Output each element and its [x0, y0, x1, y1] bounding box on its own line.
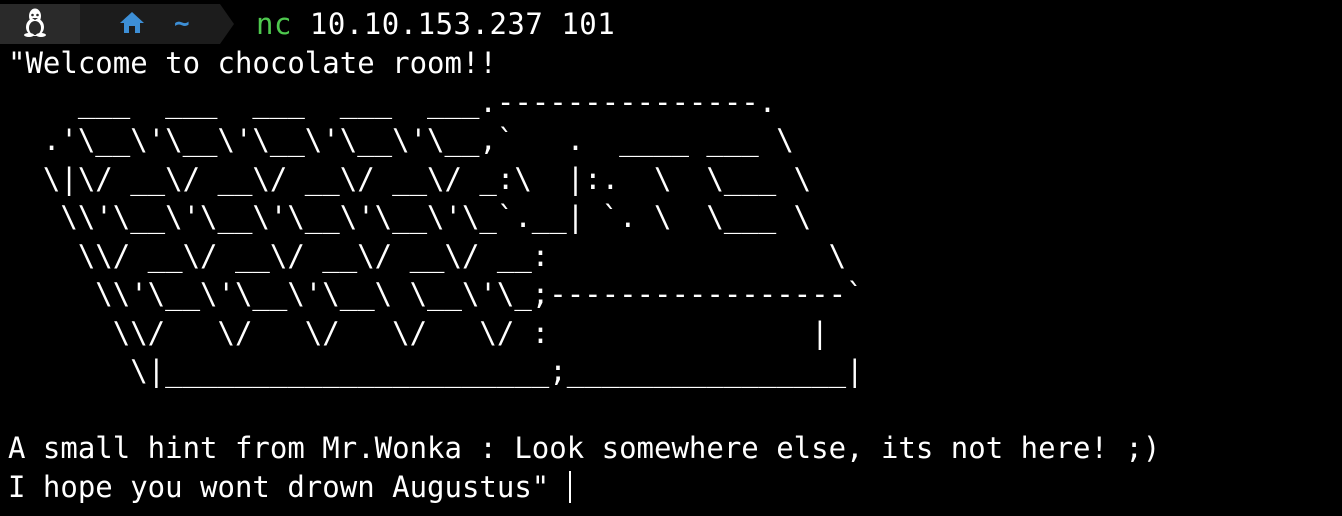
terminal-output: "Welcome to chocolate room!! ___ ___ ___…	[8, 44, 1338, 506]
terminal-window[interactable]: ~ nc 10.10.153.237 101 "Welcome to choco…	[0, 4, 1338, 514]
ascii-art-line: \\'\__\'\__\'\__\'\__\'\_`.__| `. \ \___…	[8, 200, 812, 234]
ascii-art-line: \\/ \/ \/ \/ \/ : |	[8, 315, 829, 350]
last-output-text: I hope you wont drown Augustus"	[8, 469, 567, 504]
command-args: 10.10.153.237 101	[291, 7, 616, 41]
ascii-art-line: .'\__\'\__\'\__\'\__\'\__,` . ____ ___ \	[8, 123, 794, 157]
hint-line: A small hint from Mr.Wonka : Look somewh…	[8, 431, 1161, 465]
ascii-art-line: \|______________________;_______________…	[8, 354, 864, 388]
command-name: nc	[256, 7, 292, 41]
ascii-art-line: \\'\__\'\__\'\__\ \__\'\_;--------------…	[8, 277, 864, 311]
directory-label: ~	[174, 9, 190, 39]
linux-penguin-icon	[22, 7, 48, 41]
input-line[interactable]: I hope you wont drown Augustus"	[8, 468, 1338, 507]
prompt-line: ~ nc 10.10.153.237 101	[0, 4, 1338, 44]
prompt-segments: ~	[0, 4, 234, 44]
segment-arrow	[220, 4, 234, 44]
ascii-art-line: ___ ___ ___ ___ ___.---------------.	[8, 84, 777, 119]
ascii-art-line: \\/ __\/ __\/ __\/ __\/ __: \	[8, 238, 847, 273]
home-icon	[118, 10, 146, 38]
text-cursor	[568, 470, 571, 503]
directory-segment: ~	[80, 4, 234, 44]
welcome-line: "Welcome to chocolate room!!	[8, 46, 497, 80]
os-segment	[0, 4, 80, 44]
ascii-art-line: \|\/ __\/ __\/ __\/ __\/ _:\ |:. \ \___ …	[8, 161, 812, 196]
command-line: nc 10.10.153.237 101	[256, 7, 615, 41]
